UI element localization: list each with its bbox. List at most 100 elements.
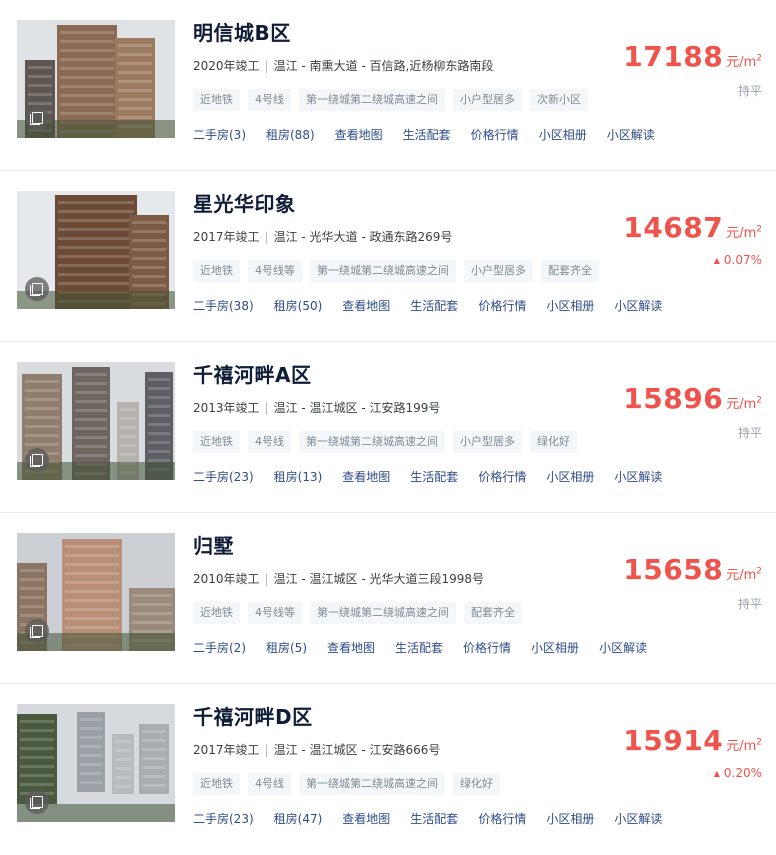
quick-link[interactable]: 生活配套 (410, 810, 458, 828)
build-year: 2020年竣工 (193, 59, 260, 73)
quick-link[interactable]: 小区解读 (614, 810, 662, 828)
trend-value: 0.07% (723, 253, 762, 267)
community-name[interactable]: 千禧河畔A区 (193, 362, 311, 388)
quick-link[interactable]: 小区解读 (614, 297, 662, 315)
quick-link[interactable]: 租房(5) (266, 639, 307, 657)
quick-link[interactable]: 二手房(3) (193, 126, 246, 144)
album-icon[interactable] (25, 106, 49, 130)
community-list: 明信城B区 2020年竣工 | 温江 - 南熏大道 - 百信路,近杨柳东路南段 近地… (0, 0, 776, 855)
community-meta: 2010年竣工 | 温江 - 温江城区 - 光华大道三段1998号 (193, 570, 484, 588)
quick-link[interactable]: 租房(47) (274, 810, 323, 828)
price-block: 15896 元/m2 (623, 382, 762, 415)
album-icon[interactable] (25, 790, 49, 814)
tag-list: 近地铁 4号线 第一绕城第二绕城高速之间 绿化好 (193, 772, 508, 795)
community-name[interactable]: 星光华印象 (193, 191, 296, 217)
meta-divider: | (264, 743, 269, 757)
quick-link[interactable]: 二手房(23) (193, 468, 254, 486)
community-photo[interactable] (17, 20, 175, 138)
price-unit: 元/m2 (726, 737, 762, 754)
quick-link[interactable]: 价格行情 (478, 810, 526, 828)
quick-links: 二手房(38) 租房(50) 查看地图 生活配套 价格行情 小区相册 小区解读 (193, 295, 682, 315)
tag-list: 近地铁 4号线等 第一绕城第二绕城高速之间 配套齐全 (193, 601, 530, 624)
price-value: 15896 (623, 382, 724, 415)
quick-link[interactable]: 小区相册 (531, 639, 579, 657)
community-item: 归墅 2010年竣工 | 温江 - 温江城区 - 光华大道三段1998号 近地铁 4号… (0, 513, 776, 684)
community-tag: 近地铁 (193, 260, 240, 282)
quick-link[interactable]: 租房(50) (274, 297, 323, 315)
price-unit: 元/m2 (726, 566, 762, 583)
community-photo[interactable] (17, 704, 175, 822)
community-name[interactable]: 归墅 (193, 533, 234, 559)
build-year: 2013年竣工 (193, 401, 260, 415)
quick-link[interactable]: 租房(13) (274, 468, 323, 486)
community-meta: 2013年竣工 | 温江 - 温江城区 - 江安路199号 (193, 399, 440, 417)
community-photo[interactable] (17, 362, 175, 480)
quick-link[interactable]: 价格行情 (471, 126, 519, 144)
quick-link[interactable]: 生活配套 (410, 468, 458, 486)
quick-link[interactable]: 查看地图 (342, 297, 390, 315)
community-name[interactable]: 千禧河畔D区 (193, 704, 313, 730)
community-tag: 4号线 (248, 773, 291, 795)
meta-divider: | (264, 230, 269, 244)
quick-links: 二手房(2) 租房(5) 查看地图 生活配套 价格行情 小区相册 小区解读 (193, 637, 667, 657)
trend-value: 持平 (737, 426, 762, 440)
quick-link[interactable]: 查看地图 (327, 639, 375, 657)
album-icon[interactable] (25, 277, 49, 301)
community-tag: 4号线 (248, 89, 291, 111)
quick-link[interactable]: 价格行情 (463, 639, 511, 657)
quick-link[interactable]: 查看地图 (342, 468, 390, 486)
price-trend: ▲ 0.20% (714, 766, 762, 780)
quick-link[interactable]: 价格行情 (478, 468, 526, 486)
quick-link[interactable]: 小区解读 (599, 639, 647, 657)
community-tag: 近地铁 (193, 773, 240, 795)
trend-up-icon: ▲ (713, 769, 720, 778)
community-tag: 配套齐全 (541, 260, 599, 282)
quick-link[interactable]: 生活配套 (395, 639, 443, 657)
quick-link[interactable]: 小区相册 (546, 810, 594, 828)
build-year: 2010年竣工 (193, 572, 260, 586)
quick-link[interactable]: 生活配套 (410, 297, 458, 315)
quick-link[interactable]: 二手房(23) (193, 810, 254, 828)
album-icon[interactable] (25, 619, 49, 643)
quick-link[interactable]: 二手房(38) (193, 297, 254, 315)
trend-value: 0.20% (723, 766, 762, 780)
price-block: 15914 元/m2 (623, 724, 762, 757)
album-icon[interactable] (25, 448, 49, 472)
community-item: 千禧河畔D区 2017年竣工 | 温江 - 温江城区 - 江安路666号 近地铁 4号… (0, 684, 776, 855)
quick-link[interactable]: 小区解读 (614, 468, 662, 486)
community-tag: 小户型居多 (464, 260, 533, 282)
meta-divider: | (264, 59, 269, 73)
community-photo[interactable] (17, 533, 175, 651)
community-tag: 4号线等 (248, 602, 302, 624)
community-tag: 小户型居多 (453, 431, 522, 453)
community-location: 温江 - 温江城区 - 光华大道三段1998号 (273, 572, 485, 586)
community-tag: 第一绕城第二绕城高速之间 (310, 602, 456, 624)
quick-link[interactable]: 查看地图 (335, 126, 383, 144)
community-meta: 2017年竣工 | 温江 - 温江城区 - 江安路666号 (193, 741, 440, 759)
quick-link[interactable]: 查看地图 (342, 810, 390, 828)
quick-link[interactable]: 价格行情 (478, 297, 526, 315)
community-tag: 次新小区 (530, 89, 588, 111)
community-tag: 4号线等 (248, 260, 302, 282)
quick-link[interactable]: 小区相册 (546, 468, 594, 486)
meta-divider: | (264, 401, 269, 415)
build-year: 2017年竣工 (193, 743, 260, 757)
community-name[interactable]: 明信城B区 (193, 20, 291, 46)
community-tag: 第一绕城第二绕城高速之间 (310, 260, 456, 282)
trend-value: 持平 (737, 84, 762, 98)
community-tag: 第一绕城第二绕城高速之间 (299, 89, 445, 111)
quick-link[interactable]: 租房(88) (266, 126, 315, 144)
community-tag: 近地铁 (193, 89, 240, 111)
community-tag: 小户型居多 (453, 89, 522, 111)
quick-link[interactable]: 小区解读 (607, 126, 655, 144)
community-tag: 绿化好 (453, 773, 500, 795)
price-value: 14687 (623, 211, 724, 244)
quick-links: 二手房(23) 租房(13) 查看地图 生活配套 价格行情 小区相册 小区解读 (193, 466, 682, 486)
quick-link[interactable]: 二手房(2) (193, 639, 246, 657)
community-location: 温江 - 光华大道 - 政通东路269号 (273, 230, 453, 244)
community-photo[interactable] (17, 191, 175, 309)
quick-link[interactable]: 小区相册 (539, 126, 587, 144)
quick-link[interactable]: 生活配套 (403, 126, 451, 144)
quick-link[interactable]: 小区相册 (546, 297, 594, 315)
community-item: 千禧河畔A区 2013年竣工 | 温江 - 温江城区 - 江安路199号 近地铁 4号… (0, 342, 776, 513)
